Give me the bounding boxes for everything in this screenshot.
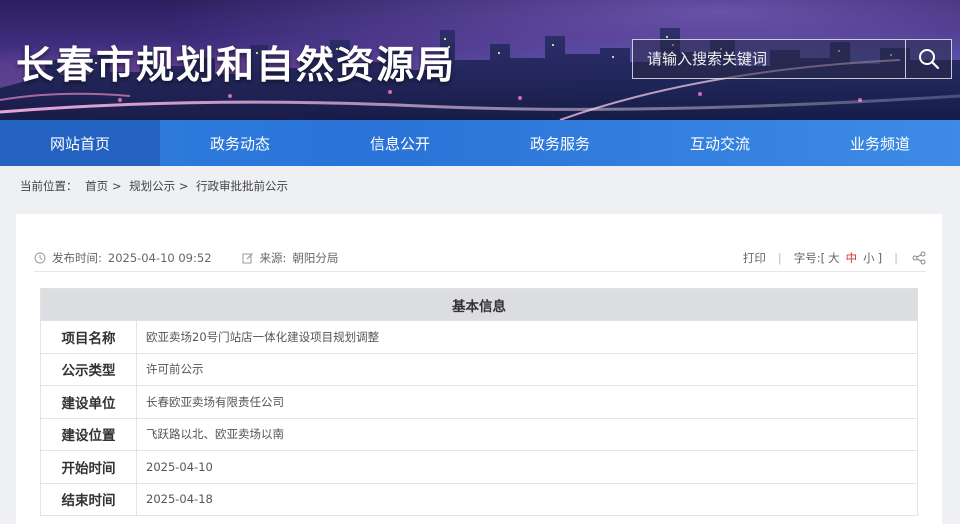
row-key: 建设位置	[40, 417, 137, 451]
table-row: 公示类型 许可前公示	[40, 352, 918, 386]
row-value: 许可前公示	[136, 352, 918, 386]
row-key: 开始时间	[40, 450, 137, 484]
breadcrumb-home[interactable]: 首页	[85, 179, 108, 193]
table-title: 基本信息	[40, 288, 918, 321]
table-row: 结束时间 2025-04-18	[40, 482, 918, 516]
font-size-small-button[interactable]: 小	[863, 250, 875, 266]
row-key: 结束时间	[40, 482, 137, 516]
meta-right: 打印 | 字号: [ 大 中 小 ] |	[743, 250, 926, 266]
publish-time-group: 发布时间: 2025-04-10 09:52	[34, 250, 212, 266]
row-value: 欧亚卖场20号门站店一体化建设项目规划调整	[136, 320, 918, 354]
nav-item-services[interactable]: 政务服务	[480, 120, 640, 166]
font-size-label: 字号:	[793, 251, 821, 265]
basic-info-table: 基本信息 项目名称 欧亚卖场20号门站店一体化建设项目规划调整 公示类型 许可前…	[40, 288, 918, 516]
row-value: 长春欧亚卖场有限责任公司	[136, 385, 918, 419]
font-size-control: [ 大 中 小 ]	[821, 250, 883, 266]
table-row: 建设位置 飞跃路以北、欧亚卖场以南	[40, 417, 918, 451]
share-icon[interactable]	[912, 251, 926, 265]
search-input[interactable]	[633, 40, 905, 78]
row-key: 项目名称	[40, 320, 137, 354]
search-icon	[918, 49, 939, 70]
breadcrumb-separator: >	[111, 179, 122, 193]
breadcrumb-current[interactable]: 行政审批批前公示	[196, 179, 288, 193]
row-key: 公示类型	[40, 352, 137, 386]
row-value: 飞跃路以北、欧亚卖场以南	[136, 417, 918, 451]
source-value: 朝阳分局	[292, 251, 339, 265]
site-title: 长春市规划和自然资源局	[16, 43, 457, 87]
nav-item-home[interactable]: 网站首页	[0, 120, 160, 166]
nav-item-news[interactable]: 政务动态	[160, 120, 320, 166]
font-size-large-button[interactable]: 大	[828, 250, 840, 266]
table-row: 开始时间 2025-04-10	[40, 450, 918, 484]
nav-item-interaction[interactable]: 互动交流	[640, 120, 800, 166]
search-box	[632, 39, 952, 79]
font-bracket-open: [	[820, 251, 826, 265]
content-card: 发布时间: 2025-04-10 09:52 来源: 朝阳分局 打印 | 字号:…	[16, 214, 942, 524]
breadcrumb-prefix: 当前位置：	[20, 179, 78, 193]
clock-icon	[34, 252, 46, 264]
table-header-row: 基本信息	[40, 288, 918, 321]
table-row: 建设单位 长春欧亚卖场有限责任公司	[40, 385, 918, 419]
table-row: 项目名称 欧亚卖场20号门站店一体化建设项目规划调整	[40, 320, 918, 354]
header-banner: 长春市规划和自然资源局	[0, 0, 960, 120]
edit-icon	[242, 253, 253, 264]
breadcrumb-separator: >	[178, 179, 189, 193]
breadcrumb-planning[interactable]: 规划公示	[129, 179, 175, 193]
publish-time-value: 2025-04-10 09:52	[107, 251, 212, 265]
row-value: 2025-04-18	[136, 482, 918, 516]
main-nav: 网站首页 政务动态 信息公开 政务服务 互动交流 业务频道	[0, 120, 960, 166]
breadcrumb: 当前位置： 首页 > 规划公示 > 行政审批批前公示	[20, 178, 288, 194]
publish-time-label: 发布时间:	[52, 251, 102, 265]
search-button[interactable]	[905, 40, 951, 78]
article-meta-bar: 发布时间: 2025-04-10 09:52 来源: 朝阳分局 打印 | 字号:…	[34, 248, 926, 272]
row-value: 2025-04-10	[136, 450, 918, 484]
nav-item-disclosure[interactable]: 信息公开	[320, 120, 480, 166]
print-link[interactable]: 打印	[743, 250, 766, 266]
source-group: 来源: 朝阳分局	[242, 250, 339, 266]
meta-divider: |	[777, 251, 782, 265]
source-label: 来源:	[259, 251, 287, 265]
font-bracket-close: ]	[877, 251, 883, 265]
font-size-medium-button[interactable]: 中	[846, 250, 858, 266]
meta-left: 发布时间: 2025-04-10 09:52 来源: 朝阳分局	[34, 250, 368, 266]
meta-divider: |	[894, 251, 898, 265]
nav-item-business[interactable]: 业务频道	[800, 120, 960, 166]
row-key: 建设单位	[40, 385, 137, 419]
